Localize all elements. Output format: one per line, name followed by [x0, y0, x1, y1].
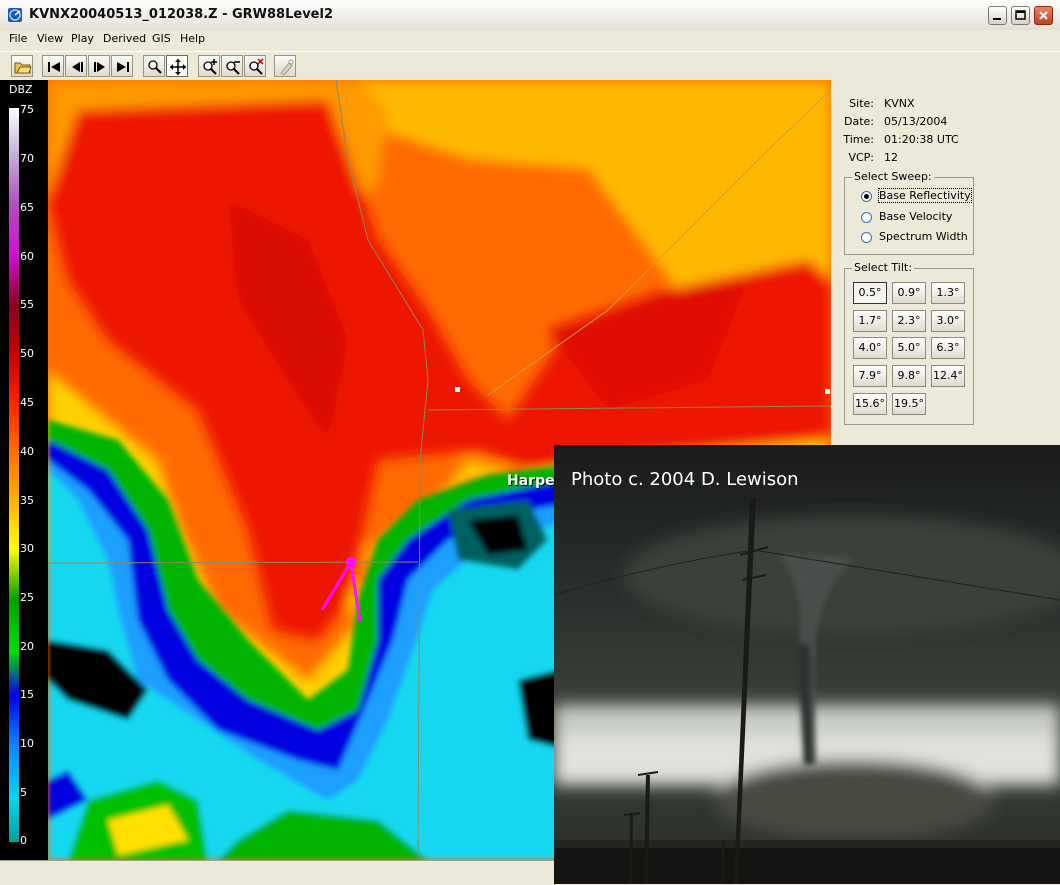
legend-tick: 60: [20, 250, 34, 263]
zoom-in-button[interactable]: [198, 55, 220, 77]
tilt-button-0-5[interactable]: 0.5°: [853, 282, 887, 304]
radio-label-spectrum-width[interactable]: Spectrum Width: [879, 230, 968, 243]
menu-file[interactable]: File: [9, 32, 27, 45]
menu-help[interactable]: Help: [180, 32, 205, 45]
maximize-button[interactable]: [1011, 6, 1030, 25]
minimize-icon: [993, 18, 1001, 20]
tornado-photo: Photo c. 2004 D. Lewison: [554, 445, 1060, 884]
zoom-icon: [148, 60, 162, 74]
close-icon: [1039, 11, 1048, 20]
tilt-group-title: Select Tilt:: [852, 261, 914, 274]
menu-view[interactable]: View: [37, 32, 63, 45]
close-button[interactable]: [1034, 6, 1053, 25]
pan-icon: [170, 59, 186, 75]
last-frame-button[interactable]: [111, 55, 133, 77]
menu-gis[interactable]: GIS: [152, 32, 171, 45]
pan-button[interactable]: [166, 55, 188, 77]
tilt-button-19-5[interactable]: 19.5°: [892, 393, 926, 415]
date-value: 05/13/2004: [884, 115, 948, 128]
info-panel: Site: KVNX Date: 05/13/2004 Time: 01:20:…: [831, 80, 1060, 446]
zoom-out-button[interactable]: [221, 55, 243, 77]
legend-tick: 25: [20, 591, 34, 604]
legend-tick: 10: [20, 737, 34, 750]
vcp-value: 12: [884, 151, 898, 164]
site-value: KVNX: [884, 97, 915, 110]
app-icon: [8, 8, 22, 22]
site-key: Site:: [849, 97, 874, 110]
sweep-group-title: Select Sweep:: [852, 170, 934, 183]
menu-play[interactable]: Play: [71, 32, 94, 45]
skip-last-icon: [117, 62, 129, 72]
color-legend: DBZ 75 70 65 60 55 50 45 40 35 30 25 20 …: [0, 80, 48, 860]
legend-tick: 5: [20, 786, 27, 799]
previous-frame-button[interactable]: [65, 55, 87, 77]
open-button[interactable]: [11, 55, 33, 77]
zoom-reset-icon: [249, 58, 264, 75]
radio-base-velocity[interactable]: [861, 212, 872, 223]
tilt-button-9-8[interactable]: 9.8°: [892, 365, 926, 387]
zoom-reset-button[interactable]: [244, 55, 266, 77]
tilt-button-3-0[interactable]: 3.0°: [931, 310, 965, 332]
marker-button[interactable]: [274, 55, 296, 77]
zoom-in-icon: [203, 59, 217, 75]
window-title: KVNX20040513_012038.Z - GRW88Level2: [29, 7, 333, 22]
legend-color-bar: [9, 108, 19, 842]
legend-tick: 35: [20, 494, 34, 507]
minimize-button[interactable]: [988, 6, 1007, 25]
marker-icon: [280, 59, 294, 76]
legend-tick: 65: [20, 201, 34, 214]
tilt-button-15-6[interactable]: 15.6°: [853, 393, 887, 415]
legend-tick: 0: [20, 834, 27, 847]
tilt-button-5-0[interactable]: 5.0°: [892, 337, 926, 359]
step-back-icon: [72, 62, 83, 72]
toolbar: [0, 51, 1060, 81]
photo-credit: Photo c. 2004 D. Lewison: [571, 469, 799, 490]
legend-title: DBZ: [9, 83, 33, 96]
radio-base-reflectivity[interactable]: [861, 191, 872, 202]
next-frame-button[interactable]: [88, 55, 110, 77]
legend-tick: 45: [20, 396, 34, 409]
zoom-out-icon: [226, 61, 240, 75]
menu-derived[interactable]: Derived: [103, 32, 146, 45]
tilt-button-7-9[interactable]: 7.9°: [853, 365, 887, 387]
radio-label-base-reflectivity[interactable]: Base Reflectivity: [878, 188, 972, 203]
first-frame-button[interactable]: [42, 55, 64, 77]
tilt-button-12-4[interactable]: 12.4°: [931, 365, 965, 387]
legend-tick: 40: [20, 445, 34, 458]
maximize-icon: [1015, 10, 1026, 20]
zoom-button[interactable]: [143, 55, 165, 77]
sweep-group: Select Sweep: Base Reflectivity Base Vel…: [844, 170, 974, 255]
legend-tick: 50: [20, 347, 34, 360]
legend-tick: 75: [20, 103, 34, 116]
menu-bar: File View Play Derived GIS Help: [0, 30, 1060, 50]
skip-first-icon: [48, 62, 60, 72]
step-forward-icon: [94, 62, 105, 72]
tilt-button-1-7[interactable]: 1.7°: [853, 310, 887, 332]
time-value: 01:20:38 UTC: [884, 133, 959, 146]
vcp-key: VCP:: [848, 151, 874, 164]
town-marker: [455, 387, 460, 392]
radio-label-base-velocity[interactable]: Base Velocity: [879, 210, 952, 223]
tilt-group: Select Tilt: 0.5° 0.9° 1.3° 1.7° 2.3° 3.…: [844, 261, 974, 425]
time-key: Time:: [843, 133, 874, 146]
legend-tick: 70: [20, 152, 34, 165]
radio-spectrum-width[interactable]: [861, 232, 872, 243]
legend-tick: 30: [20, 542, 34, 555]
status-bar: [0, 860, 554, 885]
tilt-button-2-3[interactable]: 2.3°: [892, 310, 926, 332]
tilt-button-1-3[interactable]: 1.3°: [931, 282, 965, 304]
title-bar: KVNX20040513_012038.Z - GRW88Level2: [0, 0, 1060, 31]
legend-tick: 20: [20, 640, 34, 653]
tilt-button-4-0[interactable]: 4.0°: [853, 337, 887, 359]
tilt-button-0-9[interactable]: 0.9°: [892, 282, 926, 304]
legend-tick: 15: [20, 688, 34, 701]
legend-tick: 55: [20, 298, 34, 311]
tilt-button-6-3[interactable]: 6.3°: [931, 337, 965, 359]
tornado-photo-image: [554, 445, 1060, 884]
open-folder-icon: [14, 62, 32, 74]
date-key: Date:: [844, 115, 874, 128]
